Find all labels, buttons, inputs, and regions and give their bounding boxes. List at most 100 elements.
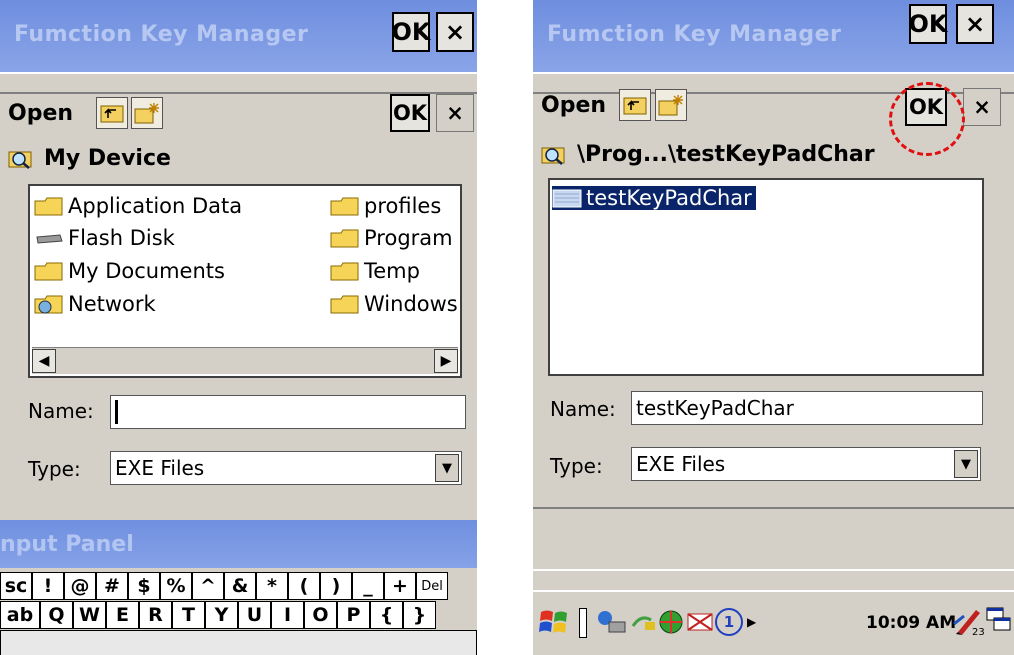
new-folder-icon[interactable] (655, 89, 687, 121)
title-close-button[interactable]: × (956, 4, 994, 44)
key[interactable]: I (271, 601, 304, 629)
menu-strip (0, 72, 477, 94)
file-icon (552, 189, 582, 208)
up-folder-icon[interactable] (96, 97, 128, 129)
title-bar: Fumction Key Manager OK × (0, 0, 477, 72)
clock[interactable]: 10:09 AM (866, 613, 956, 633)
network-icon (34, 295, 63, 314)
name-input[interactable]: testKeyPadChar (631, 391, 983, 425)
key-tab[interactable]: ab (0, 601, 40, 629)
key[interactable]: ! (32, 572, 64, 600)
key[interactable]: T (172, 601, 205, 629)
keyboard-row-partial (0, 630, 477, 655)
left-screen: Fumction Key Manager OK × Open OK × My D… (0, 0, 477, 655)
list-item[interactable]: Windows (330, 292, 460, 316)
folder-icon (330, 229, 359, 248)
key[interactable]: E (106, 601, 139, 629)
key[interactable]: % (160, 572, 192, 600)
type-label: Type: (28, 457, 81, 481)
list-item-selected[interactable]: testKeyPadChar (552, 186, 756, 210)
svg-text:23: 23 (972, 627, 984, 638)
list-item[interactable]: Flash Disk (34, 226, 175, 250)
scroll-right-icon[interactable]: ▶ (434, 349, 458, 373)
signal-off-icon[interactable] (685, 608, 715, 636)
location-label: My Device (44, 145, 171, 171)
network-icon[interactable] (595, 608, 627, 636)
key[interactable]: { (370, 601, 403, 629)
type-select[interactable]: EXE Files ▼ (631, 447, 981, 481)
key[interactable]: @ (64, 572, 96, 600)
dialog-title: Open (8, 101, 74, 126)
chevron-down-icon[interactable]: ▼ (954, 450, 978, 478)
globe-icon[interactable] (657, 608, 685, 636)
key[interactable]: O (304, 601, 337, 629)
input-method-icon[interactable]: 23 (952, 604, 984, 638)
start-windows-icon[interactable] (537, 606, 571, 638)
list-item[interactable]: profiles (330, 194, 441, 218)
folder-icon (34, 197, 63, 216)
key[interactable]: U (238, 601, 271, 629)
key[interactable]: _ (352, 572, 384, 600)
location-label: \Prog...\testKeyPadChar (577, 141, 875, 167)
key[interactable]: ( (288, 572, 320, 600)
keyboard-row-3 (0, 630, 477, 655)
window-title: Fumction Key Manager (14, 22, 309, 47)
dialog-close-button[interactable]: × (436, 94, 474, 132)
name-input[interactable] (110, 395, 466, 429)
horizontal-scrollbar[interactable]: ◀ ▶ (32, 347, 458, 374)
key[interactable]: ) (320, 572, 352, 600)
title-ok-button[interactable]: OK (909, 4, 948, 44)
file-list: testKeyPadChar (548, 178, 984, 376)
tray-expand-icon[interactable]: ▶ (747, 615, 756, 629)
title-close-button[interactable]: × (436, 12, 474, 52)
name-label: Name: (550, 397, 616, 421)
key[interactable]: R (139, 601, 172, 629)
type-label: Type: (550, 454, 603, 478)
power-plug-icon[interactable] (627, 608, 657, 636)
folder-icon (330, 262, 359, 281)
list-item[interactable]: Network (34, 292, 156, 316)
key[interactable]: Q (40, 601, 73, 629)
list-item[interactable]: Temp (330, 259, 420, 283)
key[interactable]: sc (0, 572, 32, 600)
input-panel-bar: nput Panel (0, 520, 477, 568)
type-select[interactable]: EXE Files ▼ (110, 451, 462, 485)
chevron-down-icon[interactable]: ▼ (435, 454, 459, 482)
dialog-ok-button[interactable]: OK (390, 94, 430, 132)
taskbar-divider (579, 608, 587, 638)
title-ok-button[interactable]: OK (392, 12, 431, 52)
list-item[interactable]: Application Data (34, 194, 242, 218)
list-item[interactable]: My Documents (34, 259, 225, 283)
command-bar (533, 507, 1014, 571)
key[interactable]: # (96, 572, 128, 600)
key[interactable]: W (73, 601, 106, 629)
key[interactable]: ^ (192, 572, 224, 600)
input-number-indicator[interactable]: 1 (715, 608, 743, 636)
text-cursor (115, 400, 118, 424)
up-folder-icon[interactable] (619, 89, 651, 121)
key[interactable]: P (337, 601, 370, 629)
window-title: Fumction Key Manager (547, 22, 842, 47)
location-path: My Device (8, 140, 171, 176)
key[interactable]: + (384, 572, 416, 600)
folder-icon (330, 197, 359, 216)
key[interactable]: Y (205, 601, 238, 629)
drive-icon (36, 234, 63, 244)
new-folder-icon[interactable] (131, 97, 163, 129)
folder-icon (330, 295, 359, 314)
file-list: Application Data Flash Disk My Documents… (28, 184, 462, 378)
dialog-close-button[interactable]: × (963, 88, 1001, 126)
scroll-left-icon[interactable]: ◀ (32, 349, 56, 373)
key[interactable]: } (403, 601, 436, 629)
key[interactable]: * (256, 572, 288, 600)
key[interactable]: $ (128, 572, 160, 600)
key[interactable]: & (224, 572, 256, 600)
my-device-icon (8, 151, 32, 169)
taskbar: 1 ▶ 10:09 AM 23 (533, 590, 1014, 655)
switch-windows-icon[interactable] (985, 606, 1013, 636)
list-item[interactable]: Program (330, 226, 453, 250)
folder-search-icon (541, 147, 565, 165)
system-tray: 1 ▶ (595, 608, 756, 636)
key-delete[interactable]: Del (416, 572, 448, 600)
location-path: \Prog...\testKeyPadChar (541, 136, 875, 172)
